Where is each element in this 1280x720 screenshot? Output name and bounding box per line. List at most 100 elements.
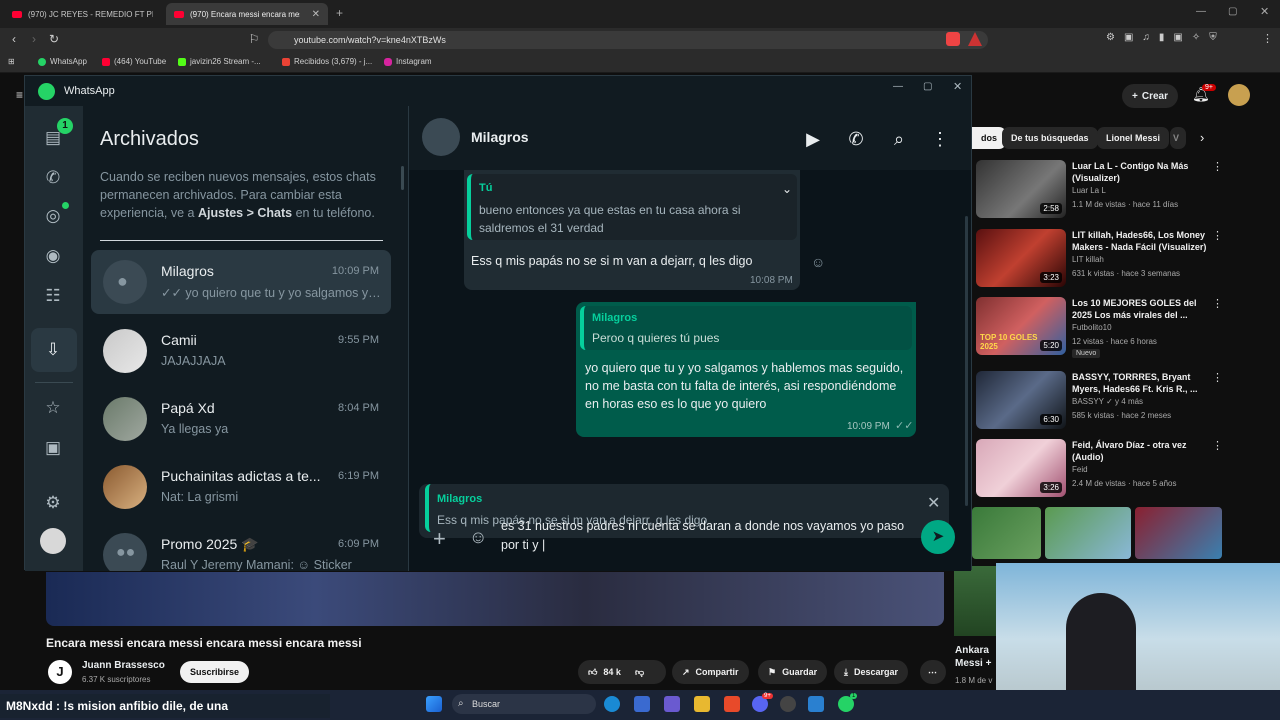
chat-item-papa[interactable]: Papá Xd 8:04 PM Ya llegas ya bbox=[91, 387, 391, 451]
channel-name[interactable]: Feid bbox=[1072, 465, 1088, 474]
bookmark-gmail[interactable]: Recibidos (3,679) - j... bbox=[282, 57, 372, 66]
more-actions-icon[interactable]: ⋯ bbox=[920, 660, 946, 684]
archive-icon[interactable]: ⇩ bbox=[41, 338, 65, 362]
voice-call-icon[interactable]: ✆ bbox=[845, 128, 867, 150]
chat-item-promo-2025[interactable]: ●● Promo 2025 🎓 6:09 PM Raul Y Jeremy Ma… bbox=[91, 523, 391, 571]
brave-shield-icon[interactable] bbox=[946, 32, 960, 46]
minimize-browser-icon[interactable]: — bbox=[1196, 6, 1206, 17]
video-thumbnail[interactable]: 2:58 bbox=[976, 160, 1066, 218]
channel-name[interactable]: BASSYY ✓ y 4 más bbox=[1072, 397, 1143, 406]
quoted-message[interactable]: Milagros Peroo q quieres tú pues bbox=[580, 306, 912, 350]
chip-de-tus-busquedas[interactable]: De tus búsquedas bbox=[1002, 127, 1098, 149]
video-thumbnail[interactable]: 6:30 bbox=[976, 371, 1066, 429]
starred-icon[interactable]: ☆ bbox=[41, 396, 65, 420]
store-icon[interactable] bbox=[634, 696, 650, 712]
partial-thumbnail[interactable] bbox=[954, 566, 996, 636]
list-scrollbar[interactable] bbox=[401, 166, 404, 190]
conversation-scrollbar[interactable] bbox=[965, 216, 968, 506]
new-tab-icon[interactable]: + bbox=[336, 6, 343, 20]
edge-icon[interactable] bbox=[604, 696, 620, 712]
media-icon[interactable]: ▣ bbox=[41, 436, 65, 460]
channel-avatar[interactable]: J bbox=[48, 660, 72, 684]
channel-name[interactable]: Futbolito10 bbox=[1072, 323, 1112, 332]
profile-avatar[interactable] bbox=[40, 528, 66, 554]
chip-next-chevron-icon[interactable]: › bbox=[1200, 130, 1204, 145]
back-icon[interactable]: ‹ bbox=[8, 33, 20, 45]
chip-lionel-messi[interactable]: Lionel Messi bbox=[1097, 127, 1170, 149]
close-browser-icon[interactable]: ✕ bbox=[1260, 5, 1269, 18]
file-explorer-icon[interactable] bbox=[694, 696, 710, 712]
video-title[interactable]: Los 10 MEJORES GOLES del 2025 Los más vi… bbox=[1072, 297, 1212, 321]
incoming-message[interactable]: Tú bueno entonces ya que estas en tu cas… bbox=[464, 170, 800, 290]
maximize-browser-icon[interactable]: ▢ bbox=[1228, 6, 1237, 17]
menu-icon[interactable]: ⋮ bbox=[1262, 32, 1273, 45]
apps-grid-icon[interactable]: ⊞ bbox=[8, 57, 15, 66]
send-button[interactable]: ➤ bbox=[921, 520, 955, 554]
calls-icon[interactable]: ✆ bbox=[41, 166, 65, 190]
windows-start-icon[interactable] bbox=[426, 696, 442, 712]
message-chevron-down-icon[interactable]: ⌄ bbox=[782, 182, 792, 196]
chat-item-milagros[interactable]: ● Milagros 10:09 PM ✓✓ yo quiero que tu … bbox=[91, 250, 391, 314]
like-dislike-button[interactable]: 👍︎ 84 k 👎︎ bbox=[578, 660, 666, 684]
video-title[interactable]: Feid, Álvaro Díaz - otra vez (Audio) bbox=[1072, 439, 1212, 463]
channel-name[interactable]: Luar La L bbox=[1072, 186, 1106, 195]
video-thumbnail[interactable]: 3:23 bbox=[976, 229, 1066, 287]
video-title[interactable]: Luar La L - Contigo Na Más (Visualizer) bbox=[1072, 160, 1212, 184]
rec-video[interactable]: TOP 10 GOLES 2025 5:20 Los 10 MEJORES GO… bbox=[976, 297, 1268, 363]
hamburger-menu-icon[interactable]: ≡ bbox=[16, 88, 23, 102]
video-player[interactable] bbox=[46, 572, 944, 626]
search-icon[interactable]: ⌕ bbox=[888, 128, 910, 150]
quoted-message[interactable]: Tú bueno entonces ya que estas en tu cas… bbox=[467, 174, 797, 240]
bookmark-icon[interactable]: ⚐ bbox=[248, 33, 260, 45]
more-options-icon[interactable]: ⋮ bbox=[1212, 297, 1223, 310]
share-button[interactable]: ↗ Compartir bbox=[672, 660, 749, 684]
rec-video[interactable]: 3:26 Feid, Álvaro Díaz - otra vez (Audio… bbox=[976, 439, 1268, 505]
notepad-icon[interactable] bbox=[808, 696, 824, 712]
taskbar-search[interactable]: Buscar bbox=[452, 694, 596, 714]
attach-plus-icon[interactable]: + bbox=[433, 526, 446, 552]
short-thumbnail[interactable] bbox=[1044, 507, 1132, 559]
close-tab-icon[interactable]: ✕ bbox=[312, 9, 320, 20]
bookmark-youtube[interactable]: (464) YouTube bbox=[102, 57, 166, 66]
more-options-icon[interactable]: ⋮ bbox=[1212, 439, 1223, 452]
tab-encara-messi[interactable]: (970) Encara messi encara messi ✕ bbox=[166, 3, 328, 25]
contact-name[interactable]: Milagros bbox=[471, 129, 529, 145]
create-button[interactable]: + Crear bbox=[1122, 84, 1178, 108]
save-button[interactable]: ⚑ Guardar bbox=[758, 660, 828, 684]
more-options-icon[interactable]: ⋮ bbox=[1212, 160, 1223, 173]
channel-name-main[interactable]: Juann Brassesco bbox=[82, 660, 165, 671]
bookmark-kick[interactable]: javizin26 Stream -... bbox=[178, 57, 261, 66]
more-options-icon[interactable]: ⋮ bbox=[1212, 229, 1223, 242]
short-thumbnail[interactable] bbox=[972, 507, 1041, 559]
channels-icon[interactable]: ◉ bbox=[41, 244, 65, 268]
reload-icon[interactable]: ↻ bbox=[48, 33, 60, 45]
obs-icon[interactable] bbox=[780, 696, 796, 712]
maximize-icon[interactable]: ▢ bbox=[923, 81, 932, 92]
communities-icon[interactable]: ☷ bbox=[41, 284, 65, 308]
video-thumbnail[interactable]: TOP 10 GOLES 2025 5:20 bbox=[976, 297, 1066, 355]
download-button[interactable]: ⤓ Descargar bbox=[834, 660, 909, 684]
status-icon[interactable]: ◎ bbox=[41, 204, 65, 228]
tab-jc-reyes[interactable]: (970) JC REYES - REMEDIO FT PIRLO bbox=[4, 3, 162, 25]
extensions-icons[interactable]: ⚙▣♫▮▣✧⛨ bbox=[1106, 32, 1256, 46]
menu-kebab-icon[interactable]: ⋮ bbox=[929, 128, 951, 150]
message-input[interactable]: es 31 nuestros padres ni cuenta se daran… bbox=[501, 517, 913, 555]
video-call-icon[interactable]: ▶ bbox=[802, 128, 824, 150]
chip-todos[interactable]: dos bbox=[972, 127, 1007, 149]
app-icon[interactable] bbox=[664, 696, 680, 712]
video-thumbnail[interactable]: 3:26 bbox=[976, 439, 1066, 497]
close-window-icon[interactable]: ✕ bbox=[953, 80, 962, 93]
forward-icon[interactable]: › bbox=[28, 33, 40, 45]
subscribe-button[interactable]: Suscribirse bbox=[180, 661, 250, 683]
rec-video[interactable]: 3:23 LIT killah, Hades66, Los Money Make… bbox=[976, 229, 1268, 295]
chat-item-camii[interactable]: Camii 9:55 PM JAJAJJAJA bbox=[91, 319, 391, 383]
partial-video-title[interactable]: Ankara Messi + bbox=[955, 644, 995, 672]
reaction-emoji-icon[interactable]: ☺ bbox=[811, 254, 825, 270]
user-avatar[interactable] bbox=[1228, 84, 1250, 106]
bookmark-whatsapp[interactable]: WhatsApp bbox=[38, 57, 87, 66]
rec-video[interactable]: 6:30 BASSYY, TORRRES, Bryant Myers, Hade… bbox=[976, 371, 1268, 437]
brave-icon[interactable] bbox=[724, 696, 740, 712]
short-thumbnail[interactable] bbox=[1135, 507, 1222, 559]
address-bar[interactable]: youtube.com/watch?v=kne4nXTBzWs bbox=[268, 31, 988, 49]
channel-name[interactable]: LIT killah bbox=[1072, 255, 1104, 264]
